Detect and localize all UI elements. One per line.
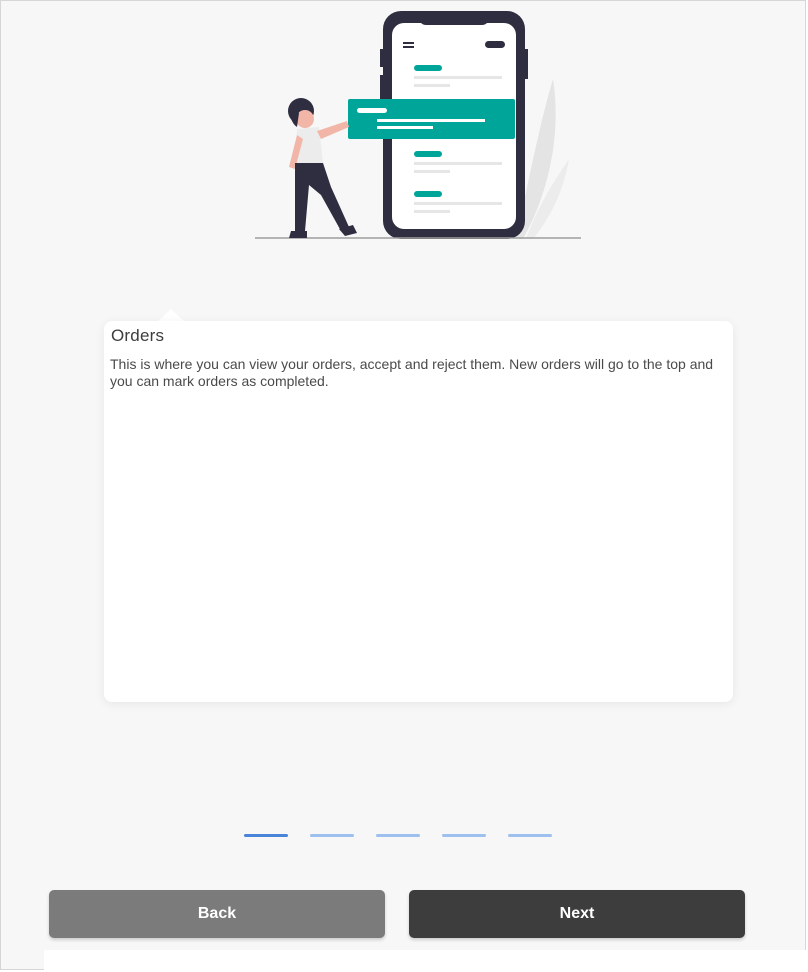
page-indicator-step-3[interactable] [376,834,420,837]
onboarding-card: Orders This is where you can view your o… [104,321,733,702]
page-indicator-step-2[interactable] [310,834,354,837]
page-indicator-step-4[interactable] [442,834,486,837]
page-indicator [244,834,552,838]
card-description: This is where you can view your orders, … [110,356,714,389]
page-indicator-step-5[interactable] [508,834,552,837]
person-with-phone-illustration [255,11,581,239]
next-button[interactable]: Next [409,890,745,938]
onboarding-screen: Orders This is where you can view your o… [0,0,806,970]
page-indicator-step-1[interactable] [244,834,288,837]
bottom-bar [44,950,808,972]
back-button[interactable]: Back [49,890,385,938]
card-title: Orders [111,326,165,345]
